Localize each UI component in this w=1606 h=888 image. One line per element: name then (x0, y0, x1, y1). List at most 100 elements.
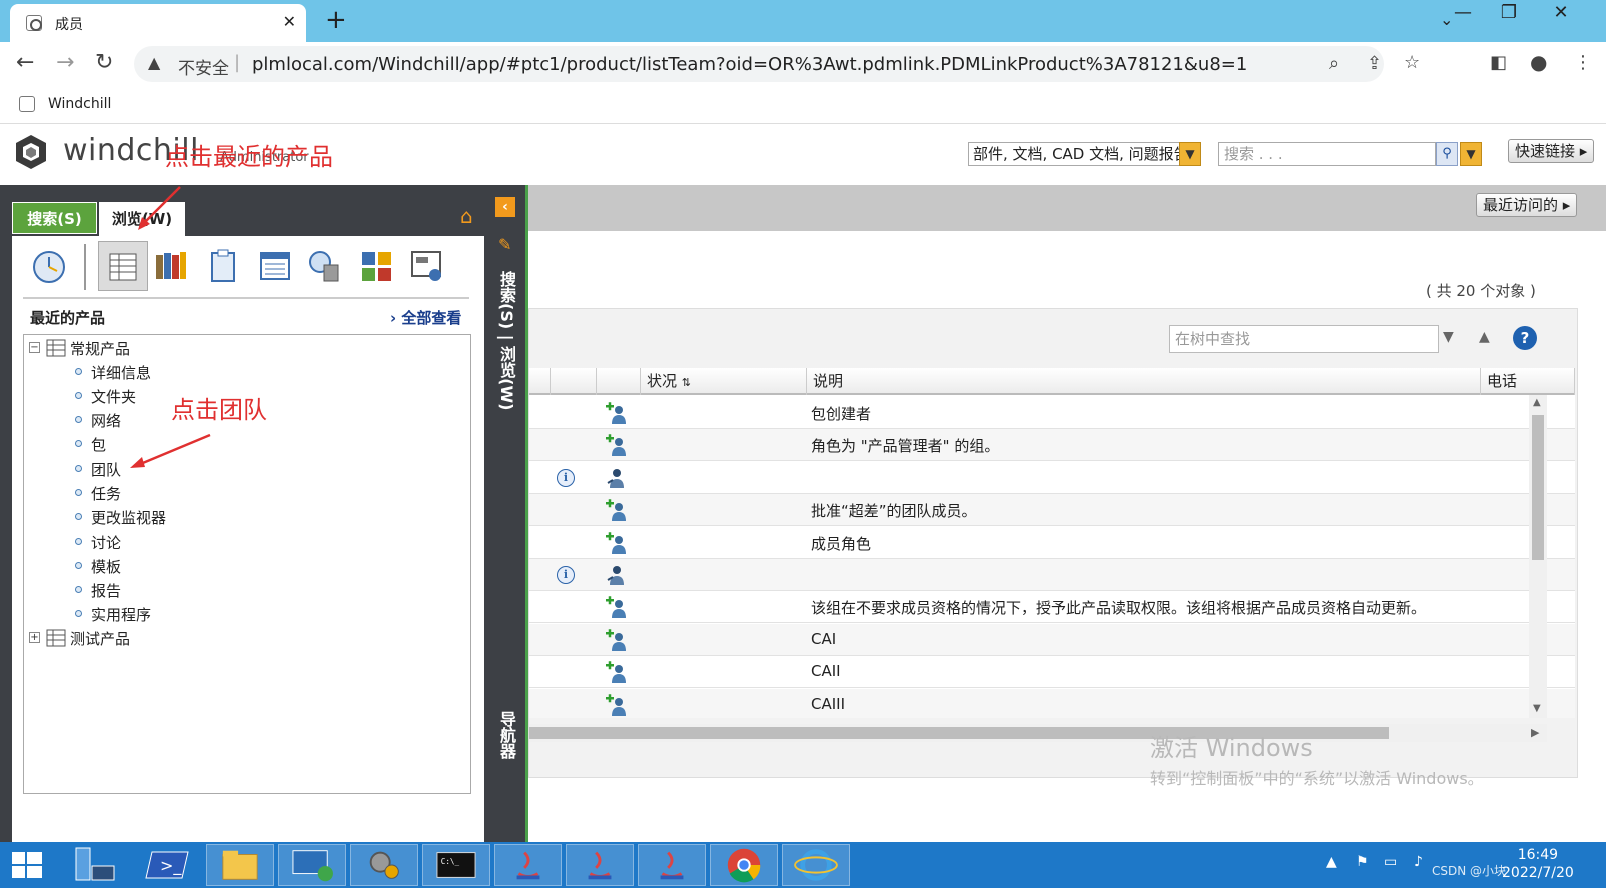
bookmark-star-icon[interactable]: ☆ (1404, 52, 1420, 73)
view-all-link[interactable]: › 全部查看 (390, 307, 461, 328)
header-phone[interactable]: 电话 (1481, 368, 1575, 395)
new-tab-button[interactable]: + (325, 5, 347, 35)
search-magnifier-icon[interactable]: ⚲ (1436, 142, 1458, 166)
find-in-tree-input[interactable]: 在树中查找 (1169, 325, 1439, 353)
table-row[interactable]: i (529, 559, 1575, 591)
search-options-arrow-icon[interactable]: ▼ (1460, 142, 1482, 166)
back-icon[interactable]: ← (16, 50, 34, 75)
profile-avatar-icon[interactable]: ● (1530, 50, 1547, 74)
tab-search[interactable]: 搜索(S) (12, 202, 97, 234)
java-app-icon[interactable] (638, 844, 706, 886)
site-icon[interactable] (358, 247, 396, 285)
tree-item-templates[interactable]: 模板 (91, 556, 121, 577)
settings-gears-icon[interactable] (350, 844, 418, 886)
address-bar[interactable]: ▲ 不安全 | plmlocal.com/Windchill/app/#ptc1… (134, 46, 1420, 82)
table-row[interactable]: CAI (529, 623, 1575, 656)
tree-item-reports[interactable]: 报告 (91, 580, 121, 601)
global-search-input[interactable]: 搜索 . . . (1218, 142, 1436, 166)
bookmark-windchill[interactable]: Windchill (48, 96, 111, 112)
table-row[interactable]: 批准“超差”的团队成员。 (529, 494, 1575, 527)
quick-links-menu[interactable]: 快速链接 ▸ (1508, 139, 1595, 163)
remote-desktop-icon[interactable] (278, 844, 346, 886)
tree-item-utilities[interactable]: 实用程序 (91, 604, 151, 625)
tray-volume-icon[interactable]: ♪ (1414, 854, 1423, 870)
table-row[interactable]: 包创建者 (529, 397, 1575, 429)
strip-search-browse-label[interactable]: 搜索(S) | 浏览(W) (494, 271, 518, 410)
header-status[interactable]: 状况 ⇅ (641, 368, 807, 395)
windows-start-icon[interactable] (12, 852, 42, 880)
menu-kebab-icon[interactable]: ⋮ (1574, 52, 1592, 73)
zoom-icon[interactable]: ⌕ (1329, 53, 1339, 74)
close-window-button[interactable]: ✕ (1538, 0, 1584, 28)
tree-item-team[interactable]: 团队 (91, 459, 121, 480)
scroll-down-icon[interactable]: ▼ (1533, 703, 1541, 714)
help-icon[interactable]: ? (1513, 326, 1537, 350)
vertical-scrollbar[interactable]: ▲ ▼ (1529, 395, 1547, 718)
collapse-toggle-icon[interactable]: − (29, 342, 40, 353)
tray-security-icon[interactable]: ⚑ (1356, 854, 1369, 870)
reload-icon[interactable]: ↻ (95, 50, 113, 75)
view-all-arrow-icon: › (390, 309, 397, 327)
filter-icon[interactable]: ▼ (1443, 329, 1454, 345)
search-scope-select[interactable]: 部件, 文档, CAD 文档, 问题报告 (968, 142, 1201, 166)
tray-overflow-icon[interactable]: ▲ (1326, 854, 1337, 870)
command-prompt-icon[interactable]: C:\_ (422, 844, 490, 886)
recent-history-icon[interactable] (30, 247, 68, 285)
chrome-icon[interactable] (710, 844, 778, 886)
minimize-button[interactable]: — (1440, 0, 1486, 28)
scroll-up-icon[interactable]: ▲ (1533, 397, 1541, 408)
strip-navigator-label[interactable]: 导航器 (494, 711, 518, 759)
restore-button[interactable]: ❐ (1486, 0, 1532, 28)
tree-item-details[interactable]: 详细信息 (91, 362, 151, 383)
windows-activation-watermark: 激活 Windows 转到“控制面板”中的“系统”以激活 Windows。 (1150, 728, 1484, 789)
bullet-icon (75, 586, 82, 593)
collapse-all-icon[interactable]: ▲ (1479, 329, 1490, 345)
tree-item-change-monitor[interactable]: 更改监视器 (91, 507, 166, 528)
table-row[interactable]: 角色为 "产品管理者" 的组。 (529, 429, 1575, 462)
home-icon[interactable]: ⌂ (460, 204, 473, 228)
tree-item-folders[interactable]: 文件夹 (91, 386, 136, 407)
organizations-icon[interactable] (306, 247, 344, 285)
taskbar-clock[interactable]: 16:49 2022/7/20 (1502, 846, 1574, 882)
forward-icon[interactable]: → (56, 50, 74, 75)
table-row[interactable]: i (529, 462, 1575, 494)
side-panel-icon[interactable]: ◧ (1490, 52, 1507, 73)
utilities-monitor-icon[interactable] (408, 247, 446, 285)
tree-item-discussions[interactable]: 讨论 (91, 532, 121, 553)
table-row[interactable]: 该组在不要求成员资格的情况下，授予此产品读取权限。该组将根据产品成员资格自动更新… (529, 591, 1575, 624)
tree-item-package[interactable]: 包 (91, 434, 106, 455)
server-manager-icon[interactable] (62, 844, 130, 886)
info-icon[interactable]: i (557, 468, 575, 487)
close-tab-icon[interactable]: ✕ (283, 12, 296, 31)
products-tab-selected[interactable] (98, 241, 148, 291)
url-text[interactable]: plmlocal.com/Windchill/app/#ptc1/product… (252, 54, 1247, 75)
insecure-label[interactable]: 不安全 (178, 54, 229, 79)
pin-icon[interactable]: ✎ (498, 235, 511, 254)
scope-dropdown-arrow-icon[interactable]: ▼ (1179, 142, 1201, 166)
tree-item-tasks[interactable]: 任务 (91, 483, 121, 504)
table-report-icon[interactable] (256, 247, 294, 285)
vertical-scroll-thumb[interactable] (1532, 415, 1544, 560)
java-app-icon[interactable] (566, 844, 634, 886)
tray-network-icon[interactable]: ▭ (1384, 854, 1397, 870)
expand-toggle-icon[interactable]: + (29, 632, 40, 643)
table-row[interactable]: CAII (529, 656, 1575, 689)
clipboard-icon[interactable] (204, 247, 242, 285)
share-icon[interactable]: ⇪ (1367, 53, 1382, 74)
powershell-icon[interactable]: >_ (134, 844, 202, 886)
tree-product-root[interactable]: 常规产品 (70, 338, 130, 359)
table-row[interactable]: 成员角色 (529, 527, 1575, 559)
java-app-icon[interactable] (494, 844, 562, 886)
collapse-navigator-button[interactable]: ‹ (495, 197, 515, 217)
header-description[interactable]: 说明 (807, 368, 1481, 395)
info-icon[interactable]: i (557, 566, 575, 584)
libraries-icon[interactable] (152, 247, 190, 285)
tree-product-test[interactable]: 测试产品 (70, 628, 130, 649)
scroll-right-icon[interactable]: ▶ (1531, 726, 1539, 739)
recently-visited-menu[interactable]: 最近访问的 ▸ (1476, 193, 1578, 217)
internet-explorer-icon[interactable] (782, 844, 850, 886)
tree-item-network[interactable]: 网络 (91, 410, 121, 431)
table-row[interactable]: CAIII (529, 688, 1575, 718)
browser-tab[interactable]: 成员 ✕ (10, 4, 306, 42)
file-explorer-icon[interactable] (206, 844, 274, 886)
